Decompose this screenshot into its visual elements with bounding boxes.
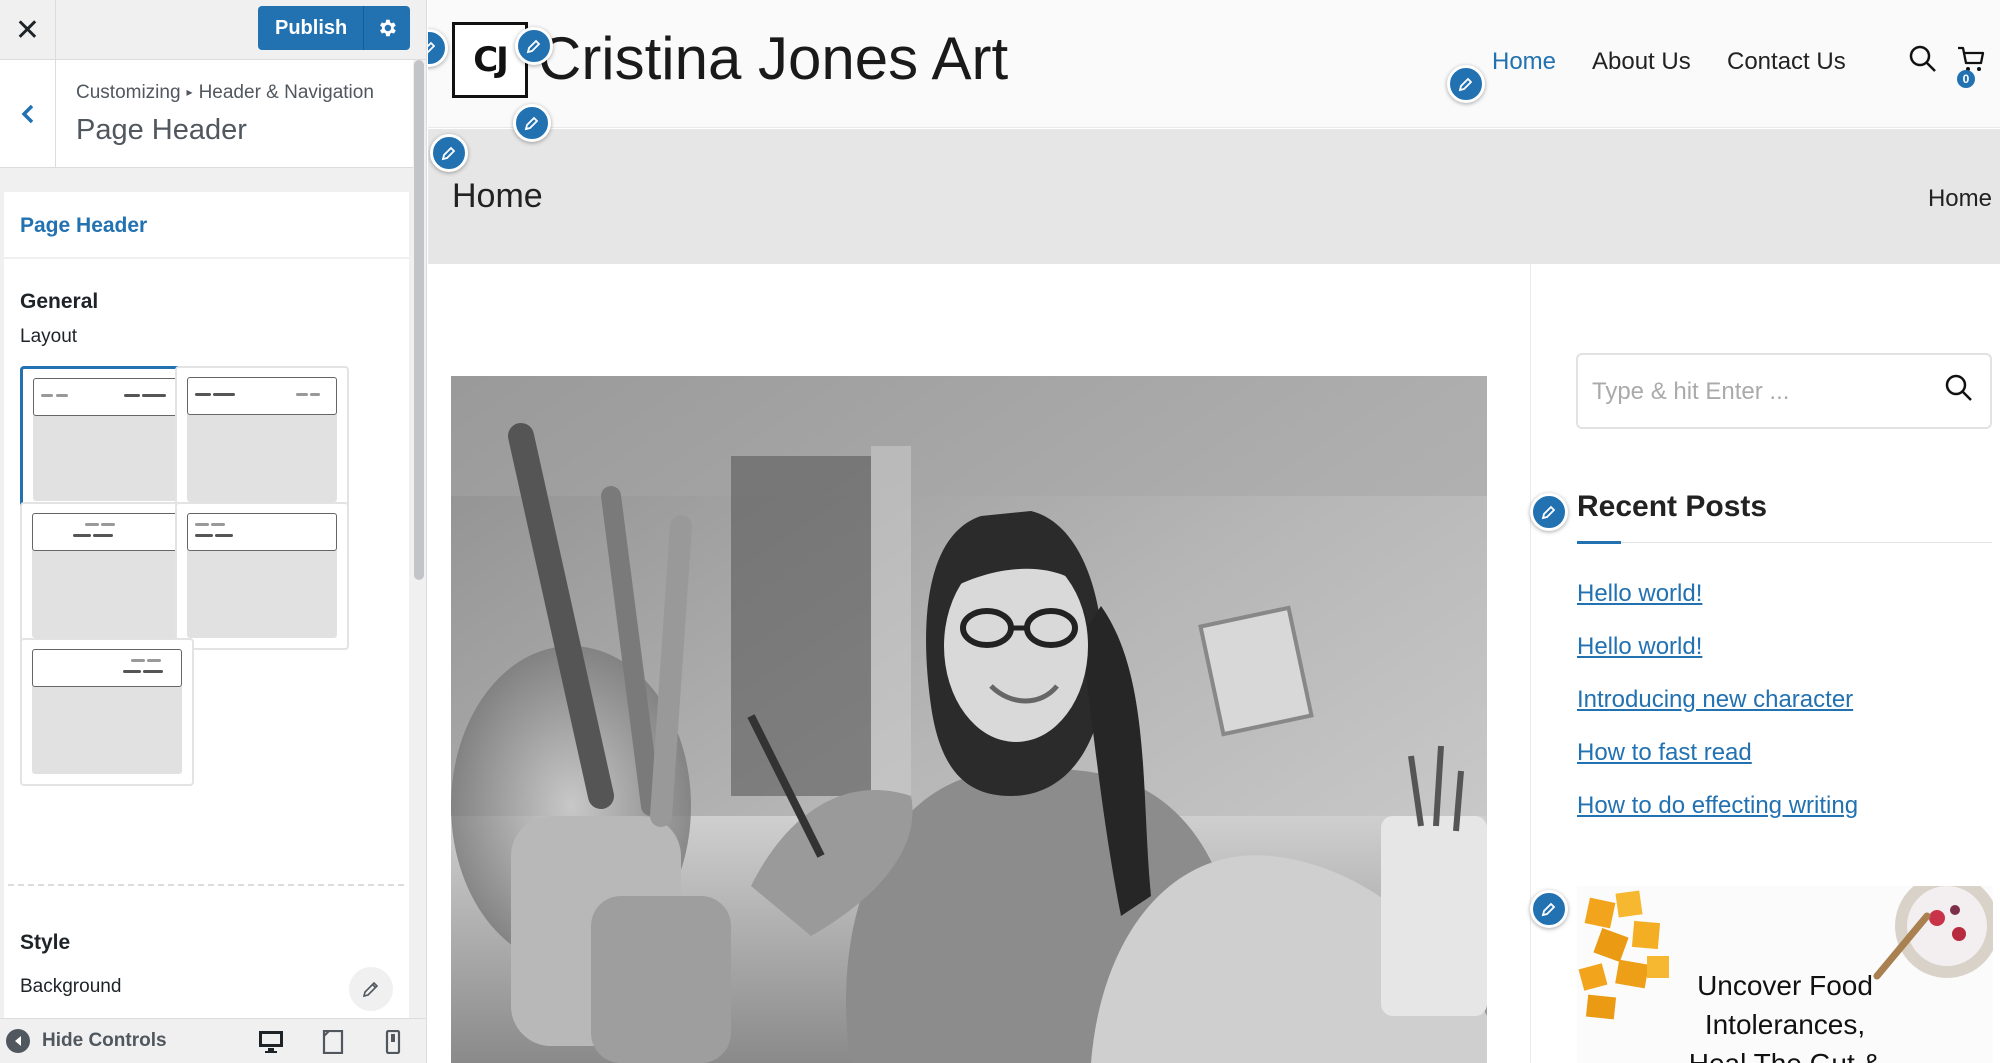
breadcrumb-root: Customizing	[76, 82, 181, 103]
close-customizer-button[interactable]: ✕	[0, 0, 56, 60]
customizer-breadcrumb: Customizing ▸ Header & Navigation	[76, 82, 374, 104]
sidebar-separator	[1530, 264, 1531, 1063]
recent-post-link-4[interactable]: How to fast read	[1577, 739, 1752, 767]
cart-count-badge: 0	[1957, 70, 1975, 88]
tablet-preview-button[interactable]	[316, 1027, 350, 1057]
nav-about-us[interactable]: About Us	[1592, 48, 1691, 76]
recent-post-link-3[interactable]: Introducing new character	[1577, 686, 1853, 714]
recent-posts-accent	[1577, 541, 1621, 544]
recent-posts-rule	[1577, 542, 1992, 543]
publish-group: Publish	[258, 6, 411, 50]
edit-shortcut-tagline[interactable]	[513, 104, 551, 142]
publish-settings-button[interactable]	[364, 6, 411, 50]
hide-controls-button[interactable]: Hide Controls	[6, 1029, 167, 1053]
page-title: Home	[452, 177, 543, 215]
recent-post-link-5[interactable]: How to do effecting writing	[1577, 792, 1858, 820]
layout-thumbnail	[33, 378, 181, 501]
page-header-panel: Page Header General Layout Style Backgro…	[4, 192, 409, 1063]
sidebar-scroll-thumb[interactable]	[414, 60, 424, 580]
pencil-icon	[1458, 77, 1473, 92]
background-label: Background	[20, 976, 122, 997]
nav-home[interactable]: Home	[1492, 48, 1556, 76]
desktop-preview-button[interactable]	[254, 1027, 288, 1057]
search-icon[interactable]	[1944, 373, 1974, 403]
layout-label: Layout	[20, 326, 78, 347]
pencil-icon	[1541, 505, 1556, 520]
breadcrumb-parent: Header & Navigation	[198, 82, 374, 103]
site-title[interactable]: Cristina Jones Art	[538, 24, 1008, 93]
layout-thumbnail	[187, 513, 337, 638]
edit-shortcut-recent-posts[interactable]	[1530, 493, 1568, 531]
gear-icon	[380, 19, 397, 37]
cart-icon[interactable]	[1956, 44, 1986, 74]
mobile-icon	[385, 1030, 401, 1054]
search-icon[interactable]	[1908, 44, 1938, 74]
layout-option-5[interactable]	[20, 638, 194, 786]
page-header: Home Home	[428, 129, 2000, 264]
collapse-arrow-icon	[6, 1029, 30, 1053]
customizer-sidebar: ✕ Publish Customizing ▸ Header & Navigatio…	[0, 0, 427, 1063]
edit-shortcut-page-header[interactable]	[430, 134, 468, 172]
layout-thumbnail	[32, 649, 182, 774]
tablet-icon	[322, 1030, 344, 1054]
style-heading: Style	[20, 931, 71, 954]
promo-line-1: Uncover Food	[1697, 970, 1873, 1001]
recent-post-link-2[interactable]: Hello world!	[1577, 633, 1702, 661]
pencil-icon	[1541, 902, 1556, 917]
layout-option-4[interactable]	[175, 502, 349, 650]
layout-option-2[interactable]	[175, 366, 349, 514]
nav-contact-us[interactable]: Contact Us	[1727, 48, 1846, 76]
layout-option-3[interactable]	[20, 502, 194, 650]
promo-line-3: Heal The Gut &	[1577, 1044, 1993, 1063]
edit-shortcut-menu[interactable]	[1447, 65, 1485, 103]
hide-controls-label: Hide Controls	[42, 1030, 167, 1051]
pencil-icon	[526, 39, 541, 54]
breadcrumb-separator: ▸	[186, 85, 193, 99]
recent-posts-title: Recent Posts	[1577, 490, 1768, 523]
promo-line-2: Intolerances,	[1704, 1009, 1866, 1040]
desktop-icon	[259, 1031, 283, 1053]
publish-button[interactable]: Publish	[258, 6, 365, 50]
general-heading: General	[20, 290, 99, 313]
pencil-icon	[428, 41, 436, 54]
artist-photo	[451, 376, 1487, 1063]
site-preview: CJ Cristina Jones Art Home About Us Cont…	[428, 0, 2000, 1063]
section-title: Page Header	[76, 114, 247, 146]
breadcrumb-home[interactable]: Home	[1928, 185, 1992, 213]
search-input[interactable]	[1592, 373, 1922, 411]
pencil-icon	[441, 146, 456, 161]
customizer-topbar: ✕ Publish	[0, 0, 426, 60]
layout-thumbnail	[32, 513, 182, 638]
mobile-preview-button[interactable]	[376, 1027, 410, 1057]
section-divider	[8, 884, 404, 886]
customizer-footer: Hide Controls	[0, 1018, 426, 1063]
chevron-left-icon	[21, 104, 33, 124]
pencil-icon	[362, 981, 379, 998]
layout-option-1[interactable]	[20, 366, 194, 514]
pencil-icon	[524, 116, 539, 131]
site-header: CJ Cristina Jones Art Home About Us Cont…	[428, 0, 2000, 128]
sidebar-search-box	[1576, 353, 1992, 429]
layout-thumbnail	[187, 377, 337, 502]
section-header: Customizing ▸ Header & Navigation Page Hea…	[0, 60, 415, 168]
edit-shortcut-site-title[interactable]	[515, 27, 553, 65]
promo-banner[interactable]: Uncover Food Intolerances, Heal The Gut …	[1577, 886, 1993, 1063]
panel-tab[interactable]: Page Header	[4, 192, 409, 259]
featured-image[interactable]	[451, 376, 1487, 1063]
back-button[interactable]	[0, 60, 56, 168]
edit-shortcut-promo[interactable]	[1530, 890, 1568, 928]
background-edit-button[interactable]	[349, 967, 393, 1011]
recent-post-link-1[interactable]: Hello world!	[1577, 580, 1702, 608]
close-icon: ✕	[14, 13, 41, 47]
panel-tab-label: Page Header	[20, 214, 148, 237]
site-logo[interactable]: CJ	[452, 22, 528, 98]
promo-text: Uncover Food Intolerances, Heal The Gut …	[1577, 966, 1993, 1063]
